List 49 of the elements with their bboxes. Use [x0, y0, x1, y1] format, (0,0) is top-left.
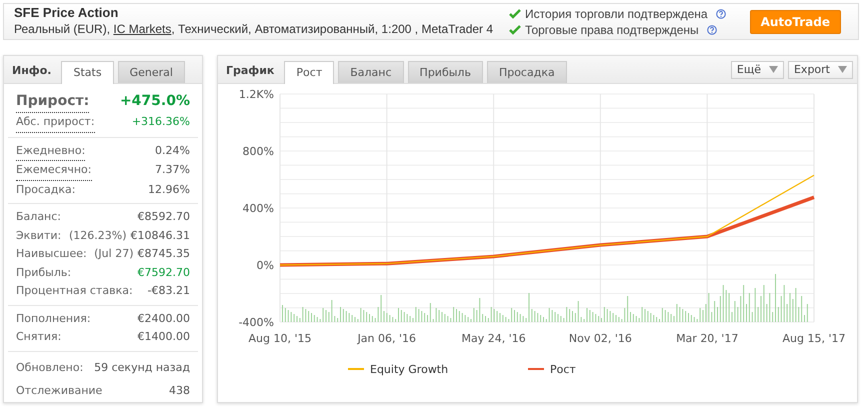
stat-label: Абс. прирост: [16, 113, 95, 132]
account-details: Реальный (EUR), IC Markets, Технический, Автоматизированный, 1:200 , MetaTrader 4 [14, 21, 494, 38]
stat-value: 438 [169, 384, 190, 396]
x-axis-label: Aug 10, '15 [248, 332, 312, 345]
y-axis-label: 800% [242, 145, 274, 158]
stat-value: 7.37% [155, 163, 190, 176]
stat-label: Снятия: [16, 329, 62, 345]
stat-label: Процентная ставка: [16, 283, 133, 299]
stat-value: €8745.35 [138, 247, 190, 260]
x-axis-label: Nov 02, '16 [568, 332, 632, 345]
stat-value: 59 секунд назад [94, 360, 190, 374]
legend-label: Рост [550, 363, 576, 376]
y-axis-label: 0% [256, 259, 274, 272]
stat-value: +316.36% [132, 115, 190, 128]
stat-value: €1400.00 [138, 330, 190, 343]
account-title: SFE Price Action [14, 5, 120, 20]
stat-value: 12.96% [148, 182, 190, 196]
stat-value: €7592.70 [138, 266, 190, 278]
stat-value: €2400.00 [138, 312, 190, 324]
verification-status: Торговые права подтверждены [525, 22, 699, 38]
stat-value: €10846.31 [130, 228, 190, 242]
stat-label: Прибыль: [16, 264, 72, 280]
stat-label: Наивысшее: [16, 246, 87, 262]
stat-note: (Jul 27) [94, 247, 134, 260]
stat-label: Обновлено: [16, 360, 84, 376]
y-axis-label: 1.2K% [238, 88, 274, 101]
x-axis-label: Mar 20, '17 [676, 332, 738, 345]
stat-value: €8592.70 [138, 210, 190, 223]
x-axis-label: May 24, '16 [461, 332, 526, 345]
panel-title: Инфо. [12, 62, 52, 78]
verification-status: История торговли подтверждена [525, 6, 708, 22]
y-axis-label: -400% [238, 316, 274, 329]
stat-label: Отслеживание [16, 382, 102, 398]
stat-label: Ежемесячно: [16, 161, 92, 180]
stat-label: Баланс: [16, 209, 62, 225]
stat-label: Ежедневно: [16, 142, 86, 161]
stat-label: Пополнения: [16, 310, 91, 326]
x-axis-label: Aug 15, '17 [782, 332, 846, 345]
stat-value: 0.24% [155, 144, 190, 156]
stat-value: -€83.21 [148, 284, 190, 297]
stat-label: Эквити: [16, 228, 62, 244]
stat-value: +475.0% [120, 93, 190, 109]
panel-title: График [226, 62, 274, 78]
legend-label: Equity Growth [370, 363, 448, 376]
stat-label: Просадка: [16, 182, 76, 198]
stat-note: (126.23%) [68, 228, 126, 242]
y-axis-label: 400% [242, 202, 274, 215]
x-axis-label: Jan 06, '16 [358, 332, 416, 345]
stat-label: Прирост: [16, 90, 90, 113]
